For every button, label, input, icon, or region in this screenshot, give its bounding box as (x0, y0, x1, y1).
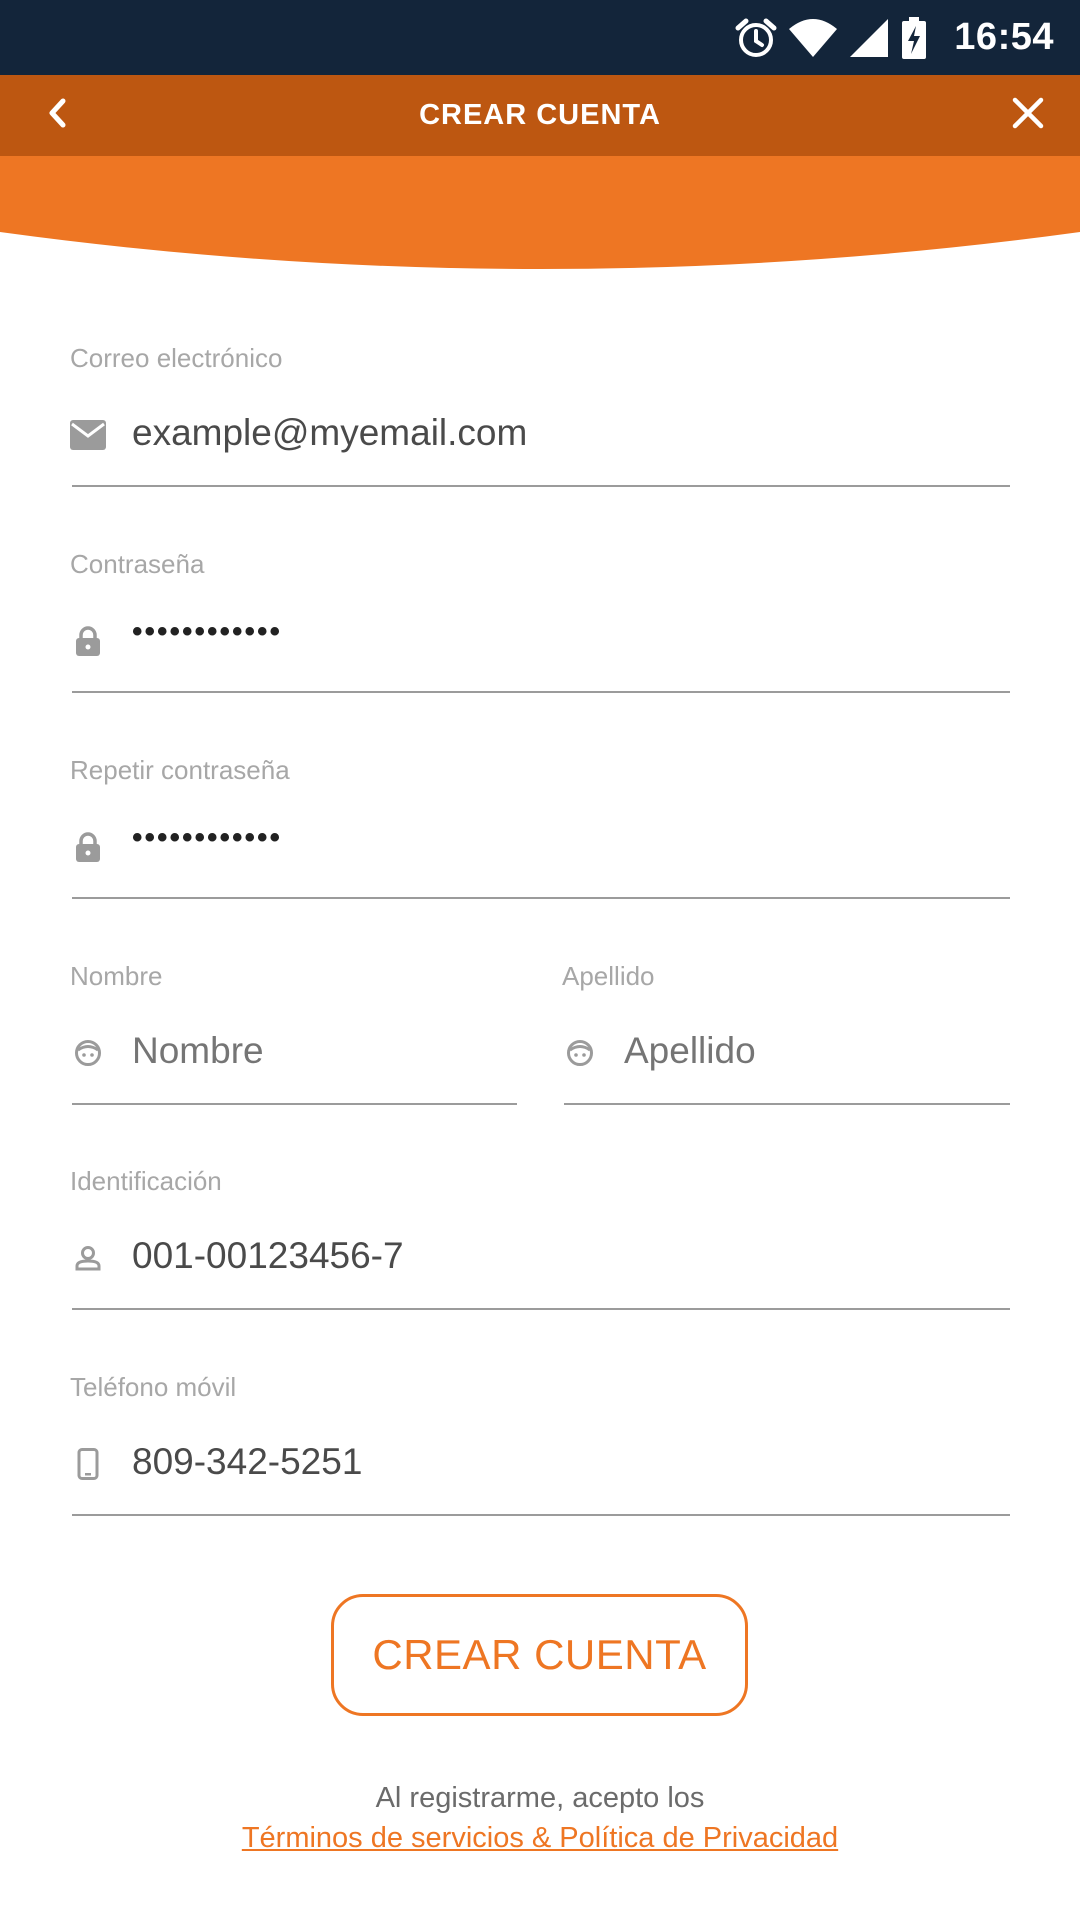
status-time: 16:54 (954, 16, 1054, 58)
last-name-label: Apellido (562, 961, 655, 991)
identification-field: Identificación (70, 1166, 1010, 1311)
close-icon (1011, 96, 1045, 135)
lock-icon (70, 623, 106, 659)
status-bar: 16:54 (0, 0, 1080, 75)
create-account-button[interactable]: CREAR CUENTA (331, 1594, 748, 1716)
battery-charging-icon (900, 16, 928, 60)
repeat-password-field: Repetir contraseña •••••••••••• (70, 755, 1010, 900)
toolbar-title: CREAR CUENTA (419, 99, 661, 131)
first-name-underline (72, 1103, 517, 1105)
person-icon (70, 1240, 106, 1276)
email-input[interactable] (132, 405, 992, 461)
last-name-field: Apellido (562, 961, 1012, 1106)
password-field: Contraseña •••••••••••• (70, 549, 1010, 694)
first-name-label: Nombre (70, 961, 163, 991)
face-icon (70, 1035, 106, 1071)
password-underline (72, 691, 1010, 693)
status-icons: 16:54 (734, 0, 1054, 75)
mobile-phone-underline (72, 1514, 1010, 1516)
repeat-password-input[interactable]: •••••••••••• (132, 821, 282, 855)
face-icon (562, 1035, 598, 1071)
terms-link-row: Términos de servicios & Política de Priv… (0, 1822, 1080, 1855)
identification-underline (72, 1308, 1010, 1310)
close-button[interactable] (1000, 87, 1056, 143)
password-label: Contraseña (70, 549, 205, 579)
mobile-phone-field: Teléfono móvil (70, 1372, 1010, 1517)
terms-intro-text: Al registrarme, acepto los (375, 1782, 705, 1814)
email-underline (72, 485, 1010, 487)
mail-icon (70, 417, 106, 453)
header-wave (0, 156, 1080, 269)
repeat-password-label: Repetir contraseña (70, 755, 290, 785)
email-field: Correo electrónico (70, 343, 1010, 488)
last-name-input[interactable] (624, 1023, 1004, 1079)
cell-signal-icon (848, 17, 890, 59)
repeat-password-underline (72, 897, 1010, 899)
first-name-field: Nombre (70, 961, 520, 1106)
password-input[interactable]: •••••••••••• (132, 615, 282, 649)
wifi-icon (788, 17, 838, 59)
last-name-underline (564, 1103, 1010, 1105)
identification-input[interactable] (132, 1228, 992, 1284)
first-name-input[interactable] (132, 1023, 512, 1079)
mobile-phone-input[interactable] (132, 1434, 992, 1490)
mobile-phone-label: Teléfono móvil (70, 1372, 237, 1402)
phone-icon (70, 1446, 106, 1482)
alarm-icon (734, 16, 778, 60)
toolbar: CREAR CUENTA (0, 75, 1080, 156)
email-label: Correo electrónico (70, 343, 283, 373)
identification-label: Identificación (70, 1166, 222, 1196)
terms-privacy-link[interactable]: Términos de servicios & Política de Priv… (242, 1822, 838, 1854)
lock-icon (70, 829, 106, 865)
